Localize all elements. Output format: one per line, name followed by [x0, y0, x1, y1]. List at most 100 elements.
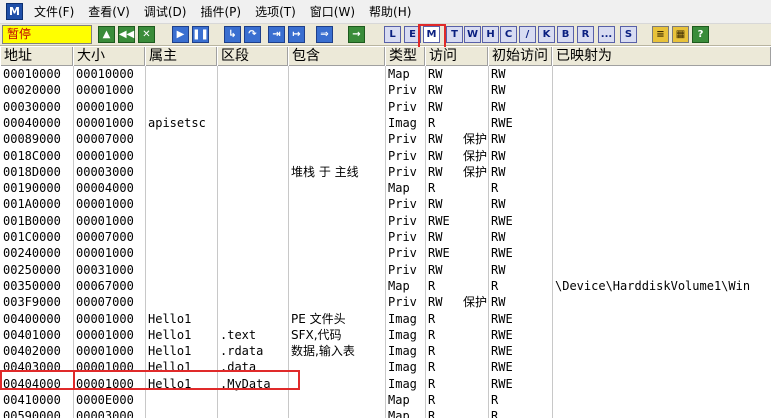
column-header-access[interactable]: 访问: [425, 47, 488, 66]
go-to-icon[interactable]: →: [348, 26, 365, 43]
cell-contains: [288, 180, 385, 196]
table-row[interactable]: 00402000 00001000 Hello1 .rdata 数据,输入表 Imag R R…: [0, 343, 771, 359]
table-row[interactable]: 001B0000 00001000 Priv RWE RWE: [0, 213, 771, 229]
toolbar-button-h[interactable]: H: [482, 26, 499, 43]
table-row[interactable]: 00030000 00001000 Priv RW RW: [0, 99, 771, 115]
step-into-icon[interactable]: ↳: [224, 26, 241, 43]
table-row[interactable]: 00410000 0000E000 Map R R: [0, 392, 771, 408]
animate-over-icon[interactable]: ↦: [288, 26, 305, 43]
table-header: 地址 大小 属主 区段 包含 类型 访问 初始访问 已映射为: [0, 47, 771, 66]
column-header-initial-access[interactable]: 初始访问: [488, 47, 552, 66]
cell-initial-access: R: [491, 278, 499, 293]
table-row[interactable]: 00010000 00010000 Map RW RW: [0, 66, 771, 82]
status-indicator: 暂停: [2, 25, 92, 44]
cell-access: R: [428, 181, 436, 196]
table-row[interactable]: 00590000 00003000 Map R R: [0, 408, 771, 418]
menu-plugins[interactable]: 插件(P): [193, 0, 248, 24]
cell-type: Priv: [388, 132, 417, 147]
cell-guard: [460, 262, 488, 278]
cell-size: 00001000: [76, 197, 134, 212]
table-row[interactable]: 00250000 00031000 Priv RW RW: [0, 262, 771, 278]
step-over-icon[interactable]: ↷: [244, 26, 261, 43]
cell-address: 00030000: [3, 99, 61, 114]
column-header-section[interactable]: 区段: [217, 47, 288, 66]
toolbar-button-ellipsis[interactable]: ...: [598, 26, 615, 43]
table-row[interactable]: 00400000 00001000 Hello1 PE 文件头 Imag R RWE: [0, 311, 771, 327]
table-row[interactable]: 00401000 00001000 Hello1 .text SFX,代码 Imag R RW…: [0, 327, 771, 343]
run-icon[interactable]: ▶: [172, 26, 189, 43]
cell-type: Priv: [388, 246, 417, 261]
cell-section: .rdata: [220, 344, 264, 359]
cell-mapped-as: [552, 343, 771, 359]
toolbar-button-c[interactable]: C: [500, 26, 517, 43]
table-row[interactable]: 003F9000 00007000 Priv RW 保护 RW: [0, 294, 771, 310]
cell-type: Priv: [388, 83, 417, 98]
cell-size: 00001000: [76, 327, 134, 342]
cell-address: 00240000: [3, 246, 61, 261]
menu-window[interactable]: 窗口(W): [303, 0, 362, 24]
cell-type: Priv: [388, 230, 417, 244]
cell-guard: [460, 196, 488, 212]
close-icon[interactable]: ✕: [138, 26, 155, 43]
cell-mapped-as: [552, 229, 771, 245]
cell-owner: [145, 408, 217, 418]
table-row[interactable]: 0018C000 00001000 Priv RW 保护 RW: [0, 148, 771, 164]
execute-till-return-icon[interactable]: ⇒: [316, 26, 333, 43]
table-row[interactable]: 00350000 00067000 Map R R \Device\HarddiskVol…: [0, 278, 771, 294]
cell-type: Map: [388, 278, 410, 293]
cell-section: [217, 148, 288, 164]
table-row[interactable]: 001C0000 00007000 Priv RW RW: [0, 229, 771, 245]
menu-debug[interactable]: 调试(D): [137, 0, 194, 24]
column-header-address[interactable]: 地址: [0, 47, 73, 66]
cell-initial-access: RW: [491, 132, 506, 147]
menu-view[interactable]: 查看(V): [81, 0, 137, 24]
column-header-contains[interactable]: 包含: [288, 47, 385, 66]
cell-type: Map: [388, 393, 410, 407]
list-icon[interactable]: ≡: [652, 26, 669, 43]
toolbar-button-t[interactable]: T: [446, 26, 463, 43]
cell-section: [217, 82, 288, 98]
table-row[interactable]: 0018D000 00003000 堆栈 于 主线 Priv RW 保护 RW: [0, 164, 771, 180]
table-row[interactable]: 00089000 00007000 Priv RW 保护 RW: [0, 131, 771, 147]
menu-help[interactable]: 帮助(H): [362, 0, 418, 24]
cell-access: R: [428, 278, 436, 293]
toolbar-button-b[interactable]: B: [557, 26, 574, 43]
table-row[interactable]: 00190000 00004000 Map R R: [0, 180, 771, 196]
cell-size: 00010000: [76, 67, 134, 81]
cell-owner: [145, 245, 217, 261]
toolbar-button-slash[interactable]: /: [519, 26, 536, 43]
pause-icon[interactable]: ❚❚: [192, 26, 209, 43]
toolbar-button-s[interactable]: S: [620, 26, 637, 43]
table-row[interactable]: 001A0000 00001000 Priv RW RW: [0, 196, 771, 212]
toolbar-button-r[interactable]: R: [577, 26, 594, 43]
cell-mapped-as: [552, 408, 771, 418]
cell-access: R: [428, 409, 436, 418]
cell-guard: [460, 180, 488, 196]
menu-options[interactable]: 选项(T): [248, 0, 303, 24]
toolbar-button-w[interactable]: W: [464, 26, 481, 43]
column-header-owner[interactable]: 属主: [145, 47, 217, 66]
toolbar-button-k[interactable]: K: [538, 26, 555, 43]
cell-address: 00040000: [3, 115, 61, 130]
column-header-size[interactable]: 大小: [73, 47, 145, 66]
cell-section: [217, 294, 288, 310]
menu-file[interactable]: 文件(F): [27, 0, 81, 24]
cell-mapped-as: [552, 294, 771, 310]
column-header-mapped-as[interactable]: 已映射为: [552, 47, 771, 66]
app-icon[interactable]: M: [6, 3, 23, 20]
cell-contains: [288, 408, 385, 418]
cell-owner: [145, 196, 217, 212]
restart-icon[interactable]: ◀◀: [118, 26, 135, 43]
table-row[interactable]: 00040000 00001000 apisetsc Imag R RWE: [0, 115, 771, 131]
help-icon[interactable]: ?: [692, 26, 709, 43]
open-icon[interactable]: ▲: [98, 26, 115, 43]
grid-icon[interactable]: ▦: [672, 26, 689, 43]
animate-into-icon[interactable]: ⇥: [268, 26, 285, 43]
cell-contains: [288, 99, 385, 115]
toolbar-button-l[interactable]: L: [384, 26, 401, 43]
column-header-type[interactable]: 类型: [385, 47, 425, 66]
table-row[interactable]: 00020000 00001000 Priv RW RW: [0, 82, 771, 98]
cell-initial-access: RW: [491, 262, 506, 277]
table-row[interactable]: 00240000 00001000 Priv RWE RWE: [0, 245, 771, 261]
cell-contains: [288, 82, 385, 98]
